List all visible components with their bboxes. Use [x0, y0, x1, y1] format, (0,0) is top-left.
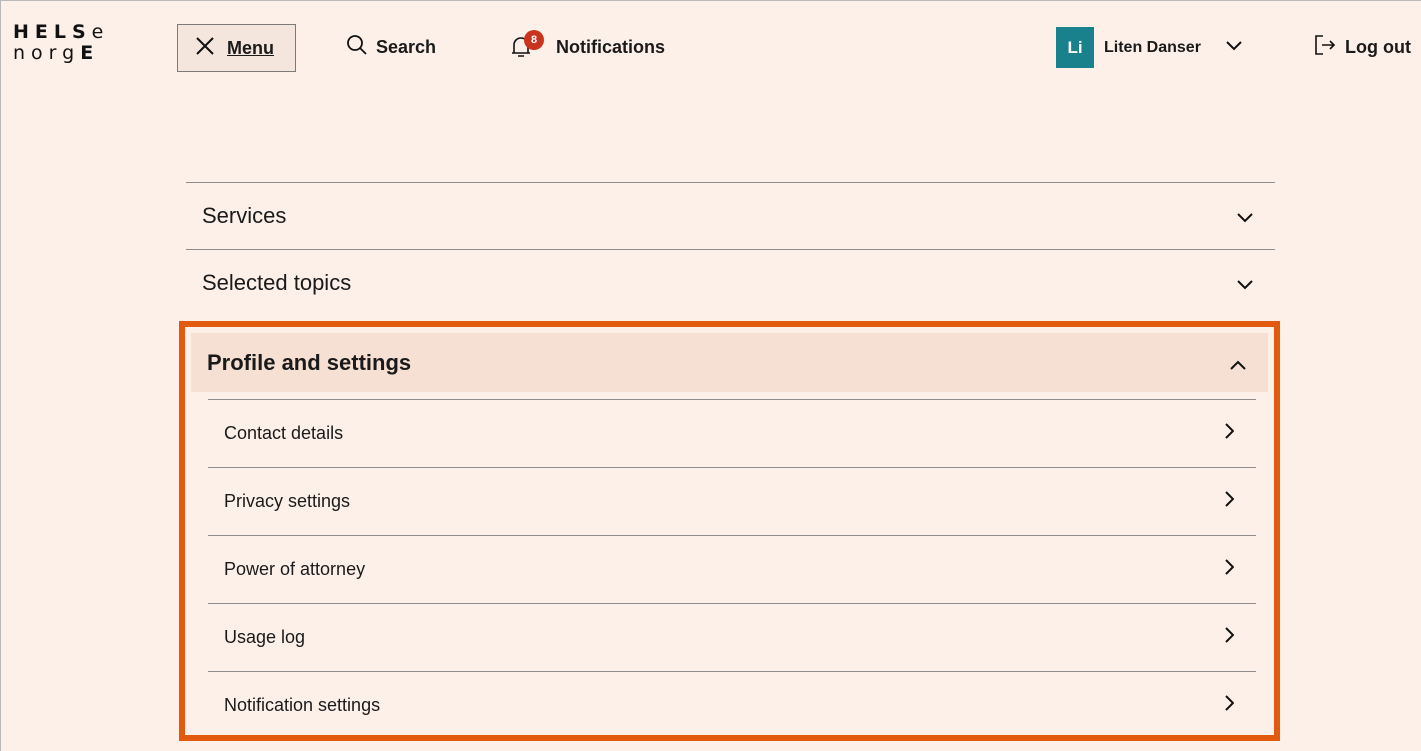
menu-section-services[interactable]: Services [186, 182, 1275, 249]
submenu-item-power-of-attorney[interactable]: Power of attorney [208, 535, 1256, 603]
profile-settings-submenu: Contact details Privacy settings Power o… [208, 399, 1256, 739]
menu-button[interactable]: Menu [177, 24, 296, 72]
search-icon [346, 34, 368, 61]
close-icon [195, 36, 215, 61]
submenu-item-label: Privacy settings [224, 491, 351, 511]
logout-label: Log out [1345, 36, 1411, 57]
logout-icon [1313, 33, 1337, 62]
main-menu-accordion: Services Selected topics [186, 182, 1275, 316]
user-menu[interactable]: Li Liten Danser [1056, 27, 1243, 68]
logout-button[interactable]: Log out [1313, 34, 1411, 60]
helsenorge-logo[interactable]: HELSe norgE [13, 22, 109, 64]
avatar: Li [1056, 27, 1094, 68]
chevron-right-icon [1224, 491, 1235, 512]
menu-label: Menu [227, 37, 274, 58]
submenu-item-contact-details[interactable]: Contact details [208, 399, 1256, 467]
chevron-down-icon [1237, 203, 1253, 229]
notifications-button[interactable]: 8 Notifications [508, 30, 666, 60]
notifications-label: Notifications [556, 36, 666, 57]
chevron-right-icon [1224, 695, 1235, 716]
section-label: Profile and settings [207, 349, 412, 375]
search-label: Search [376, 36, 437, 57]
notification-count-badge: 8 [524, 30, 544, 50]
chevron-right-icon [1224, 423, 1235, 444]
user-name: Liten Danser [1104, 38, 1201, 56]
chevron-down-icon [1237, 270, 1253, 296]
bell-icon: 8 [508, 30, 544, 60]
profile-settings-section: Profile and settings Contact details Pri… [179, 321, 1280, 741]
chevron-up-icon [1230, 350, 1246, 376]
submenu-item-notification-settings[interactable]: Notification settings [208, 671, 1256, 739]
chevron-down-icon [1225, 39, 1243, 57]
submenu-item-label: Contact details [224, 423, 344, 443]
section-label: Services [202, 203, 287, 228]
menu-section-selected-topics[interactable]: Selected topics [186, 249, 1275, 316]
search-button[interactable]: Search [346, 34, 436, 60]
logo-line-2: norgE [13, 42, 100, 64]
section-label: Selected topics [202, 270, 352, 295]
submenu-item-privacy-settings[interactable]: Privacy settings [208, 467, 1256, 535]
chevron-right-icon [1224, 627, 1235, 648]
submenu-item-usage-log[interactable]: Usage log [208, 603, 1256, 671]
submenu-item-label: Notification settings [224, 695, 381, 715]
chevron-right-icon [1224, 559, 1235, 580]
submenu-item-label: Usage log [224, 627, 306, 647]
menu-section-profile-and-settings[interactable]: Profile and settings [191, 333, 1268, 392]
logo-line-1: HELSe [13, 21, 110, 43]
submenu-item-label: Power of attorney [224, 559, 366, 579]
